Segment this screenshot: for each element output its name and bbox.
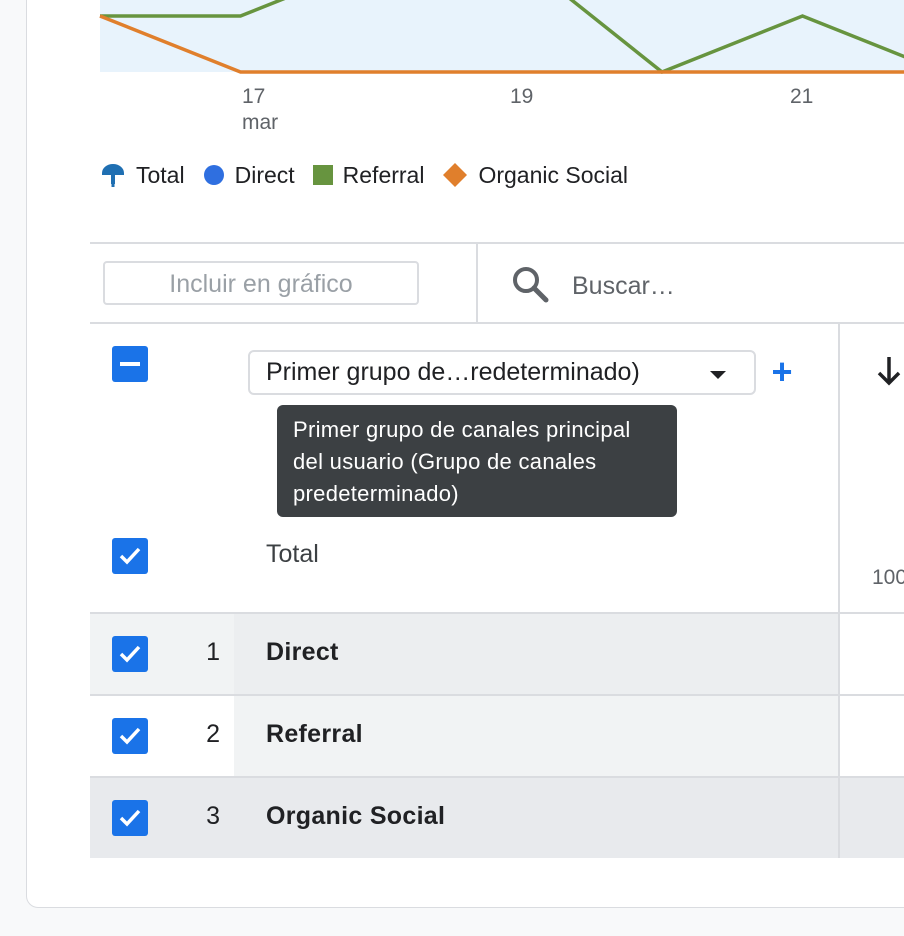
chart-area-fill — [100, 0, 904, 72]
x-tick-17: 17 mar — [242, 85, 279, 134]
legend-label-total: Total — [136, 161, 185, 188]
circle-icon — [203, 165, 224, 185]
checkmark-icon — [119, 809, 141, 827]
legend-item-referral[interactable]: Referral — [312, 161, 425, 189]
line-chart — [99, 0, 904, 75]
chart-legend: Total Direct Referral Organic Social — [100, 160, 646, 190]
header-divider — [90, 322, 904, 324]
row-checkbox[interactable] — [112, 800, 148, 836]
row-index: 2 — [206, 720, 220, 748]
table-top-divider — [90, 242, 904, 244]
row-metric-cell — [840, 614, 904, 694]
dimension-select-label: Primer grupo de…redeterminado) — [266, 358, 640, 386]
dimension-tooltip: Primer grupo de canales principal del us… — [277, 405, 677, 517]
legend-item-total[interactable]: Total — [100, 162, 185, 189]
row-name: Direct — [266, 638, 339, 666]
row-index: 1 — [206, 638, 220, 666]
minus-icon — [120, 362, 140, 366]
row-checkbox[interactable] — [112, 718, 148, 754]
row-metric-cell — [840, 778, 904, 858]
total-value: 100 — [872, 566, 904, 589]
add-dimension-button[interactable]: + — [766, 354, 798, 390]
legend-label-direct: Direct — [234, 161, 295, 188]
row-index: 3 — [206, 802, 220, 830]
row-name: Organic Social — [266, 802, 446, 830]
x-tick-21: 21 — [790, 85, 814, 108]
checkmark-icon — [119, 727, 141, 745]
table-row[interactable]: 3 Organic Social — [90, 778, 838, 858]
include-in-chart-button[interactable]: Incluir en gráfico — [103, 261, 419, 305]
row-name: Referral — [266, 720, 363, 748]
table-row[interactable]: 2 Referral — [90, 696, 838, 776]
x-tick-19: 19 — [510, 85, 534, 108]
search-input[interactable] — [570, 265, 894, 307]
legend-label-referral: Referral — [342, 161, 425, 188]
checkmark-icon — [119, 645, 141, 663]
diamond-icon — [443, 163, 468, 187]
table-row[interactable]: 1 Direct — [90, 614, 838, 694]
row-checkbox[interactable] — [112, 636, 148, 672]
legend-item-organic-social[interactable]: Organic Social — [442, 162, 628, 189]
caret-down-icon — [710, 371, 726, 379]
dimension-select[interactable]: Primer grupo de…redeterminado) — [248, 350, 756, 395]
row-metric-cell — [840, 696, 904, 776]
sort-arrow-down-icon[interactable] — [874, 355, 904, 387]
toolbar-divider — [476, 243, 478, 323]
total-marker-icon — [102, 164, 124, 187]
total-checkbox[interactable] — [112, 538, 148, 574]
legend-item-direct[interactable]: Direct — [203, 162, 295, 189]
total-label: Total — [266, 540, 319, 568]
legend-label-organic-social: Organic Social — [478, 161, 629, 188]
checkmark-icon — [119, 547, 141, 565]
select-all-checkbox[interactable] — [112, 346, 148, 382]
search-icon — [513, 267, 549, 303]
square-icon — [312, 165, 333, 185]
